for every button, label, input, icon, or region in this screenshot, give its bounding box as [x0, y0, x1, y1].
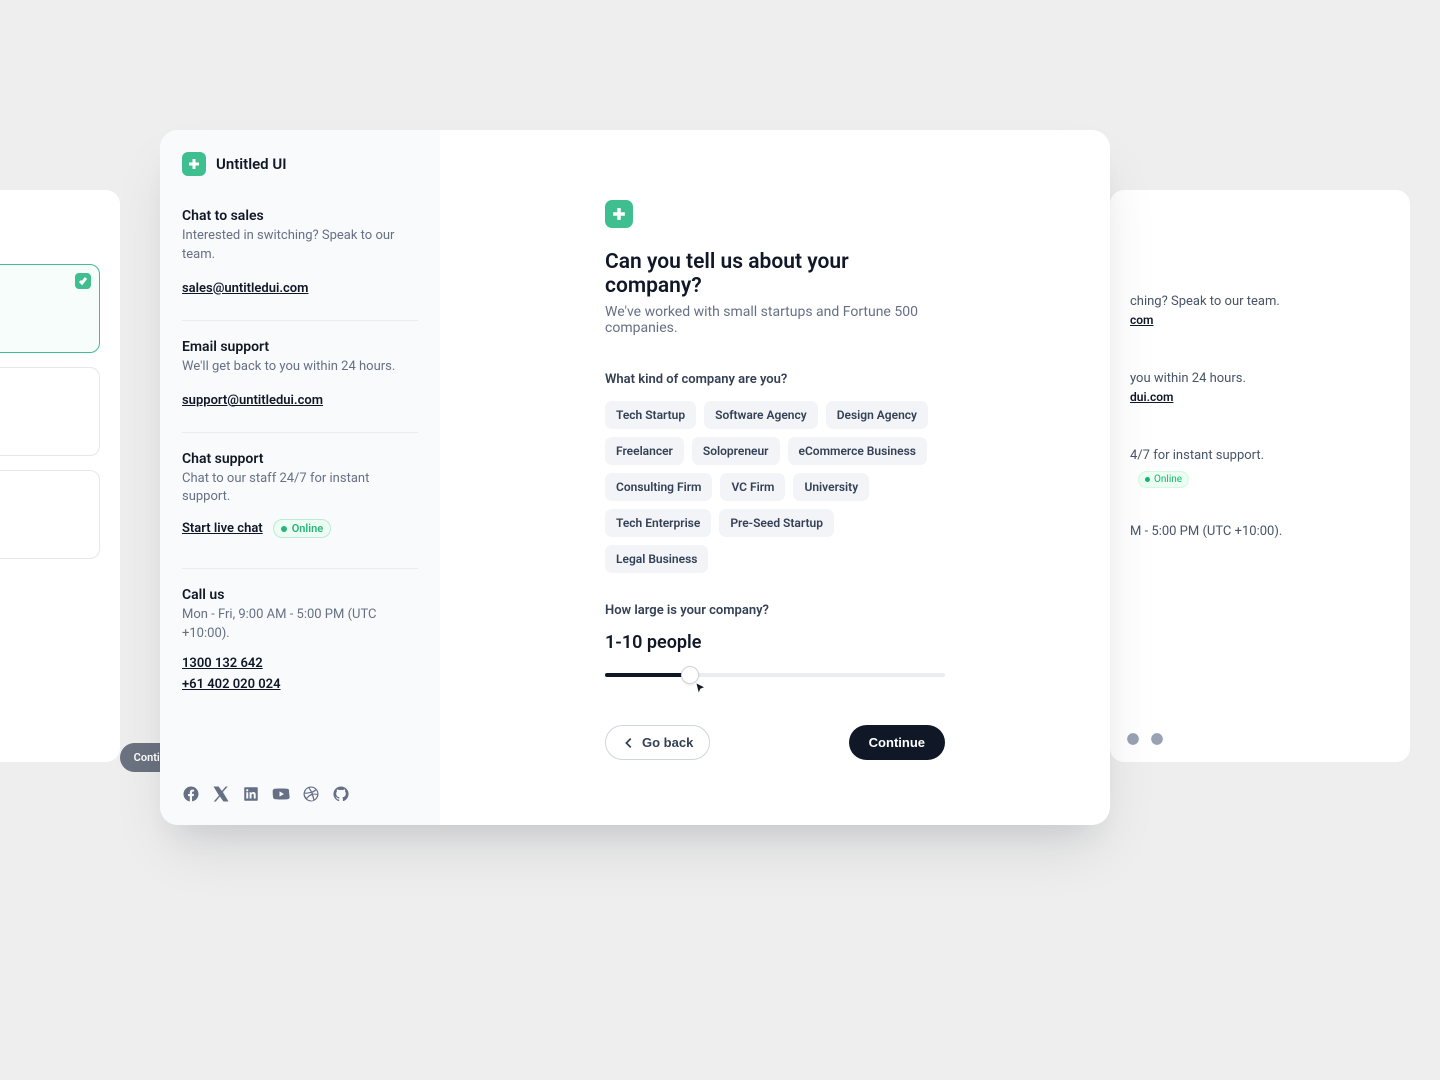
sidebar-section-email-support: Email support We'll get back to you with… [182, 339, 418, 408]
sidebar-section-call: Call us Mon - Fri, 9:00 AM - 5:00 PM (UT… [182, 587, 418, 698]
social-icons [182, 785, 418, 803]
page-subtitle: We've worked with small startups and For… [605, 304, 945, 336]
divider [182, 432, 418, 433]
bg-sub: ts ready to help. [0, 232, 100, 246]
company-size-label: How large is your company? [605, 603, 945, 618]
support-email-link[interactable]: support@untitledui.com [182, 393, 323, 408]
company-kind-chips: Tech Startup Software Agency Design Agen… [605, 401, 945, 573]
chip-ecommerce[interactable]: eCommerce Business [788, 437, 927, 465]
section-desc: Chat to our staff 24/7 for instant suppo… [182, 470, 418, 508]
chip-vc-firm[interactable]: VC Firm [720, 473, 785, 501]
section-title: Email support [182, 339, 418, 355]
chip-legal[interactable]: Legal Business [605, 545, 708, 573]
github-icon[interactable] [332, 785, 350, 803]
chip-tech-enterprise[interactable]: Tech Enterprise [605, 509, 711, 537]
section-desc: Mon - Fri, 9:00 AM - 5:00 PM (UTC +10:00… [182, 606, 418, 644]
page-title: Can you tell us about your company? [605, 250, 945, 298]
section-title: Chat to sales [182, 208, 418, 224]
live-chat-link[interactable]: Start live chat [182, 521, 263, 536]
bg-option-card: ebsite development eed a website built. [0, 264, 100, 353]
section-desc: We'll get back to you within 24 hours. [182, 358, 418, 377]
phone-link-1[interactable]: 1300 132 642 [182, 656, 263, 671]
chip-solopreneur[interactable]: Solopreneur [692, 437, 780, 465]
company-kind-label: What kind of company are you? [605, 372, 945, 387]
section-title: Chat support [182, 451, 418, 467]
go-back-label: Go back [642, 735, 693, 750]
chip-preseed[interactable]: Pre-Seed Startup [719, 509, 834, 537]
bg-social-icons [1126, 732, 1164, 746]
chip-university[interactable]: University [793, 473, 869, 501]
dribbble-icon[interactable] [302, 785, 320, 803]
linkedin-icon[interactable] [242, 785, 260, 803]
online-badge: Online [273, 519, 332, 538]
x-icon[interactable] [212, 785, 230, 803]
sales-email-link[interactable]: sales@untitledui.com [182, 281, 308, 296]
main-content: Can you tell us about your company? We'v… [440, 130, 1110, 825]
brand: Untitled UI [182, 152, 418, 176]
check-icon [75, 273, 91, 289]
youtube-icon[interactable] [272, 785, 290, 803]
go-back-button[interactable]: Go back [605, 725, 710, 760]
section-desc: Interested in switching? Speak to our te… [182, 227, 418, 265]
section-title: Call us [182, 587, 418, 603]
arrow-left-icon [622, 736, 636, 750]
logo-icon [605, 200, 633, 228]
slider-fill [605, 673, 690, 677]
company-size-value: 1-10 people [605, 632, 945, 653]
sidebar: Untitled UI Chat to sales Interested in … [160, 130, 440, 825]
action-row: Go back Continue [605, 725, 945, 760]
onboarding-modal: Untitled UI Chat to sales Interested in … [160, 130, 1110, 825]
divider [182, 320, 418, 321]
divider [182, 568, 418, 569]
continue-button[interactable]: Continue [849, 725, 945, 760]
bg-heading: ? [0, 210, 100, 226]
chip-design-agency[interactable]: Design Agency [826, 401, 928, 429]
facebook-icon[interactable] [182, 785, 200, 803]
online-badge: Online [1138, 471, 1189, 488]
company-size-slider[interactable] [605, 667, 945, 683]
bg-option-card: omething else e're here to help! [0, 470, 100, 559]
chip-freelancer[interactable]: Freelancer [605, 437, 684, 465]
bg-option-card: ontent creation ant to grow my blog [0, 367, 100, 456]
chip-software-agency[interactable]: Software Agency [704, 401, 818, 429]
background-left-panel: ? ts ready to help. ebsite development e… [0, 190, 120, 762]
background-right-panel: ching? Speak to our team. com you within… [1110, 190, 1410, 762]
brand-name: Untitled UI [216, 155, 287, 173]
sidebar-section-chat-support: Chat support Chat to our staff 24/7 for … [182, 451, 418, 545]
chip-consulting[interactable]: Consulting Firm [605, 473, 712, 501]
logo-icon [182, 152, 206, 176]
slider-thumb[interactable] [681, 666, 699, 684]
phone-link-2[interactable]: +61 402 020 024 [182, 677, 281, 692]
chip-tech-startup[interactable]: Tech Startup [605, 401, 696, 429]
sidebar-section-sales: Chat to sales Interested in switching? S… [182, 208, 418, 296]
